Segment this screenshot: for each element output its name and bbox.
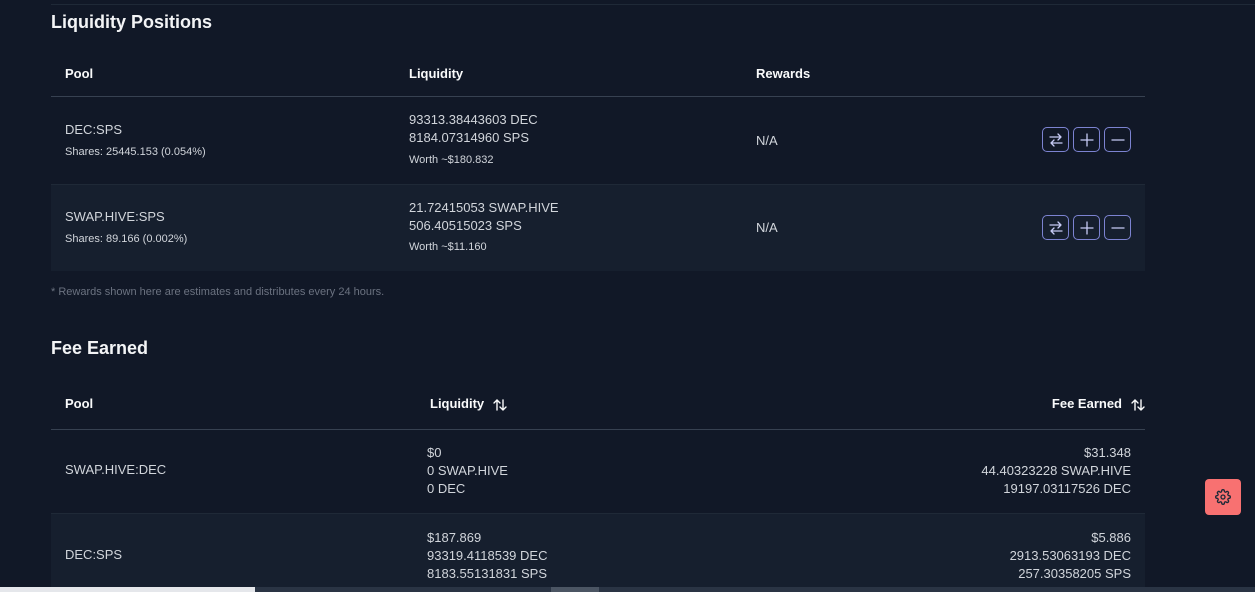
fee-usd: $5.886 — [1091, 530, 1131, 545]
liquidity-amount-1: 21.72415053 SWAP.HIVE — [409, 200, 559, 215]
liquidity-worth: Worth ~$11.160 — [409, 241, 487, 253]
pool-shares: Shares: 89.166 (0.002%) — [65, 233, 188, 245]
table-row: SWAP.HIVE:SPS Shares: 89.166 (0.002%) 21… — [51, 185, 1145, 271]
table-header: Pool Liquidity Rewards — [51, 52, 1145, 97]
pool-name: SWAP.HIVE:DEC — [65, 462, 167, 477]
fee-amount-2: 19197.03117526 DEC — [1003, 481, 1131, 496]
sort-icon — [493, 398, 507, 411]
rewards-note: * Rewards shown here are estimates and d… — [51, 286, 385, 298]
fee-amount-1: 2913.53063193 DEC — [1009, 548, 1131, 563]
scrollbar-segment — [0, 587, 255, 592]
table-row: DEC:SPS $187.869 93319.4118539 DEC 8183.… — [51, 514, 1145, 592]
fee-earned-title: Fee Earned — [51, 338, 149, 358]
swap-button[interactable] — [1042, 215, 1069, 240]
add-liquidity-button[interactable] — [1073, 215, 1100, 240]
gear-icon — [1215, 489, 1231, 505]
remove-liquidity-button[interactable] — [1104, 215, 1131, 240]
fee-amount-1: 44.40323228 SWAP.HIVE — [981, 463, 1131, 478]
pool-shares: Shares: 25445.153 (0.054%) — [65, 146, 206, 158]
row-actions — [1042, 127, 1131, 152]
settings-button[interactable] — [1205, 479, 1241, 515]
fee-usd: $31.348 — [1084, 445, 1131, 460]
add-liquidity-button[interactable] — [1073, 127, 1100, 152]
column-header-label: Liquidity — [430, 396, 485, 411]
liquidity-positions-table: Pool Liquidity Rewards DEC:SPS Shares: 2… — [51, 52, 1145, 271]
liquidity-amount-1: 0 SWAP.HIVE — [427, 463, 508, 478]
swap-icon — [1048, 132, 1063, 147]
liquidity-usd: $187.869 — [427, 530, 482, 545]
column-header-pool: Pool — [65, 396, 94, 411]
liquidity-amount-2: 8183.55131831 SPS — [427, 566, 547, 581]
sort-icon — [1131, 398, 1145, 411]
minus-icon — [1110, 226, 1125, 229]
column-header-fee-earned[interactable]: Fee Earned — [1052, 381, 1146, 426]
swap-button[interactable] — [1042, 127, 1069, 152]
column-header-liquidity: Liquidity — [409, 66, 464, 81]
table-row: DEC:SPS Shares: 25445.153 (0.054%) 93313… — [51, 97, 1145, 185]
liquidity-amount-2: 506.40515023 SPS — [409, 218, 522, 233]
minus-icon — [1110, 138, 1125, 141]
column-header-pool: Pool — [65, 66, 94, 81]
column-header-liquidity[interactable]: Liquidity — [430, 381, 508, 426]
liquidity-amount-1: 93313.38443603 DEC — [409, 112, 538, 127]
liquidity-positions-title: Liquidity Positions — [51, 12, 212, 32]
rewards-value: N/A — [756, 220, 778, 235]
scrollbar-thumb[interactable] — [551, 587, 599, 592]
pool-name: SWAP.HIVE:SPS — [65, 209, 165, 224]
fee-amount-2: 257.30358205 SPS — [1018, 566, 1131, 581]
liquidity-amount-2: 8184.07314960 SPS — [409, 130, 529, 145]
rewards-value: N/A — [756, 133, 778, 148]
remove-liquidity-button[interactable] — [1104, 127, 1131, 152]
plus-icon — [1079, 220, 1094, 235]
liquidity-amount-2: 0 DEC — [427, 481, 466, 496]
column-header-label: Fee Earned — [1051, 396, 1122, 411]
liquidity-usd: $0 — [427, 445, 442, 460]
swap-icon — [1048, 220, 1063, 235]
liquidity-worth: Worth ~$180.832 — [409, 154, 494, 166]
divider — [51, 4, 1255, 5]
fee-earned-table: Pool Liquidity Fee Earned SWAP.HIVE:DEC … — [51, 381, 1145, 592]
plus-icon — [1079, 132, 1094, 147]
row-actions — [1042, 215, 1131, 240]
pool-name: DEC:SPS — [65, 547, 123, 562]
liquidity-amount-1: 93319.4118539 DEC — [427, 548, 548, 563]
table-header: Pool Liquidity Fee Earned — [51, 381, 1145, 430]
column-header-rewards: Rewards — [756, 66, 811, 81]
table-row: SWAP.HIVE:DEC $0 0 SWAP.HIVE 0 DEC $31.3… — [51, 430, 1145, 514]
page: Liquidity Positions Pool Liquidity Rewar… — [0, 0, 1255, 592]
pool-name: DEC:SPS — [65, 122, 123, 137]
